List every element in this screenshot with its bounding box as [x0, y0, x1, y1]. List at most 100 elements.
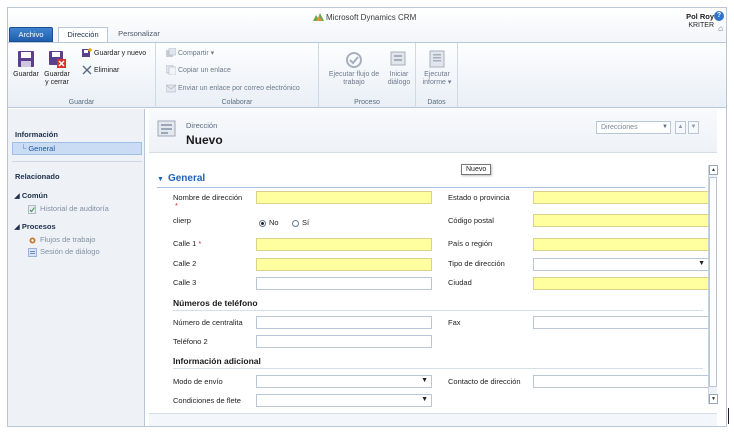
nav-divider	[12, 161, 142, 162]
telefono2-field[interactable]	[256, 335, 432, 348]
copy-link-button[interactable]: Copiar un enlace	[165, 64, 231, 77]
estado-field[interactable]	[533, 191, 709, 204]
user-name: Pol Roy	[686, 12, 714, 21]
ciudad-field[interactable]	[533, 277, 709, 290]
nav-item-sesion[interactable]: Sesión de diálogo	[28, 247, 100, 257]
form-footer	[149, 413, 717, 426]
run-report-label: Ejecutar informe ▾	[422, 71, 452, 86]
save-icon	[16, 49, 36, 69]
start-dialog-button[interactable]: Iniciar diálogo	[385, 49, 413, 87]
nav-item-historial[interactable]: Historial de auditoría	[28, 204, 109, 214]
previous-record-button[interactable]: ▲	[675, 121, 686, 134]
email-link-label: Enviar un enlace por correo electrónico	[178, 85, 300, 92]
section-general-title: General	[167, 173, 206, 184]
save-new-button[interactable]: Guardar y nuevo	[82, 48, 146, 60]
email-link-button[interactable]: Enviar un enlace por correo electrónico	[165, 83, 300, 95]
save-label: Guardar	[13, 71, 39, 78]
dialog-session-icon	[28, 247, 37, 257]
nav-group-comun[interactable]: ◢ Común	[14, 191, 48, 200]
tab-archivo[interactable]: Archivo	[9, 27, 53, 42]
form-scrollbar[interactable]: ▲ ▼	[708, 165, 718, 404]
group-title-guardar: Guardar	[68, 99, 95, 106]
top-bar: Archivo Dirección Personalizar Microsoft…	[8, 8, 726, 42]
nav-item-flujos[interactable]: Flujos de trabajo	[28, 235, 95, 245]
radio-clierp-no[interactable]: No	[259, 218, 279, 227]
left-nav: Información └ General Relacionado ◢ Común…	[8, 109, 145, 426]
delete-label: Eliminar	[94, 67, 120, 74]
delete-icon	[82, 65, 92, 75]
fax-field[interactable]	[533, 316, 709, 329]
condiciones-flete-select[interactable]: ▼	[256, 394, 432, 407]
nav-group-procesos-label: Procesos	[21, 222, 56, 231]
nav-item-historial-label: Historial de auditoría	[40, 204, 109, 213]
codigo-postal-field[interactable]	[533, 214, 709, 227]
dynamics-logo-icon	[313, 13, 324, 23]
label-modo-envio: Modo de envío	[173, 377, 223, 386]
next-record-button[interactable]: ▼	[688, 121, 699, 134]
run-workflow-label: Ejecutar flujo de trabajo	[328, 71, 380, 86]
user-info[interactable]: Pol Roy KRITER	[686, 12, 714, 30]
pais-field[interactable]	[533, 238, 709, 251]
tipo-direccion-select[interactable]: ▼	[533, 258, 709, 271]
nav-item-sesion-label: Sesión de diálogo	[40, 247, 100, 256]
nav-group-procesos[interactable]: ◢ Procesos	[14, 222, 56, 231]
section-general[interactable]: ▼ General	[157, 173, 205, 184]
contacto-field[interactable]	[533, 375, 709, 388]
group-title-colaborar: Colaborar	[221, 99, 253, 106]
share-button[interactable]: Compartir ▾	[166, 47, 215, 60]
label-calle1-text: Calle 1	[173, 239, 197, 248]
collapse-ribbon-icon[interactable]: ⌂	[718, 24, 723, 33]
radio-selected-icon	[259, 219, 266, 227]
calle2-field[interactable]	[256, 258, 432, 271]
group-title-datos: Datos	[427, 99, 446, 106]
save-new-label: Guardar y nuevo	[94, 50, 147, 57]
workflow-gear-icon	[28, 236, 37, 245]
label-calle2: Calle 2	[173, 259, 197, 268]
subsection-info: Información adicional	[173, 356, 261, 366]
run-workflow-button[interactable]: Ejecutar flujo de trabajo	[325, 49, 383, 87]
run-report-icon	[427, 49, 447, 69]
chevron-down-icon: ▼	[662, 124, 668, 130]
calle1-field[interactable]	[256, 238, 432, 251]
nav-item-general[interactable]: └ General	[12, 142, 142, 155]
share-label: Compartir ▾	[178, 50, 215, 57]
record-form: Dirección Nuevo Direcciones ▼ ▲ ▼ Nuevo …	[149, 109, 718, 426]
label-nombre-direccion: Nombre de dirección	[173, 193, 242, 202]
nav-item-flujos-label: Flujos de trabajo	[40, 235, 96, 244]
run-workflow-icon	[344, 49, 364, 69]
help-icon[interactable]: ?	[714, 11, 724, 21]
modo-envio-select[interactable]: ▼	[256, 375, 432, 388]
start-dialog-icon	[389, 49, 409, 69]
label-condiciones-flete: Condiciones de flete	[173, 396, 241, 405]
label-telefono2: Teléfono 2	[173, 337, 208, 346]
ribbon-group-colaborar: Compartir ▾ Copiar un enlace Enviar un e…	[156, 43, 319, 108]
scroll-down-icon[interactable]: ▼	[709, 394, 718, 404]
brand: Microsoft Dynamics CRM	[313, 13, 416, 23]
save-close-button[interactable]: Guardar y cerrar	[42, 49, 72, 87]
nav-item-general-label: General	[28, 144, 56, 153]
brand-title: Microsoft Dynamics CRM	[326, 13, 417, 23]
expand-triangle-icon: ◢	[14, 191, 22, 200]
scroll-up-icon[interactable]: ▲	[709, 165, 718, 175]
label-calle3: Calle 3	[173, 278, 197, 287]
radio-clierp-si[interactable]: Sí	[292, 218, 309, 227]
label-ciudad: Ciudad	[448, 278, 472, 287]
nombre-direccion-field[interactable]	[256, 191, 432, 204]
collapse-triangle-icon: ▼	[157, 176, 164, 183]
run-report-button[interactable]: Ejecutar informe ▾	[420, 49, 454, 87]
copy-link-icon	[165, 64, 177, 76]
label-centralita: Número de centralita	[173, 318, 243, 327]
expand-triangle-icon: ◢	[14, 222, 22, 231]
calle3-field[interactable]	[256, 277, 432, 290]
delete-button[interactable]: Eliminar	[82, 65, 119, 77]
record-entity-label: Dirección	[186, 121, 218, 130]
radio-unselected-icon	[292, 219, 299, 227]
centralita-field[interactable]	[256, 316, 432, 329]
tab-direccion[interactable]: Dirección	[58, 27, 108, 42]
views-dropdown[interactable]: Direcciones ▼	[596, 121, 671, 134]
tab-personalizar[interactable]: Personalizar	[111, 27, 167, 42]
save-button[interactable]: Guardar	[12, 49, 40, 79]
views-dropdown-label: Direcciones	[601, 124, 638, 131]
scroll-thumb[interactable]	[709, 177, 717, 387]
crm-window: Archivo Dirección Personalizar Microsoft…	[7, 7, 727, 427]
